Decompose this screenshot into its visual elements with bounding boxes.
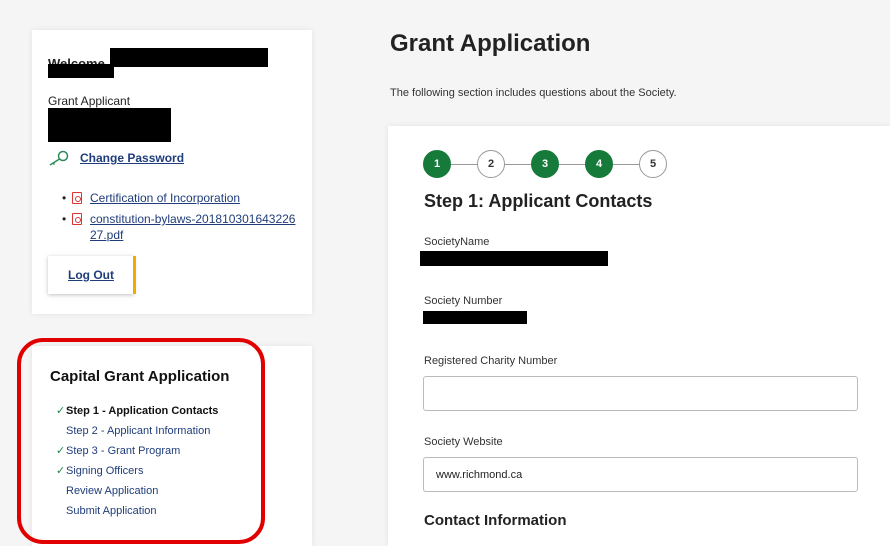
step-4-indicator[interactable]: 4 — [585, 150, 613, 178]
change-password-link[interactable]: Change Password — [48, 150, 184, 166]
step-connector — [559, 163, 585, 165]
step-5-indicator[interactable]: 5 — [639, 150, 667, 178]
charity-number-label: Registered Charity Number — [424, 355, 558, 367]
step-heading: Step 1: Applicant Contacts — [424, 191, 653, 211]
document-link[interactable]: Certification of Incorporation — [90, 191, 240, 205]
step-connector — [613, 163, 639, 165]
logout-label: Log Out — [68, 268, 114, 282]
redacted-society-name — [420, 251, 608, 266]
progress-stepper: 1 2 3 4 5 — [423, 150, 667, 178]
page-description: The following section includes questions… — [390, 87, 677, 99]
society-name-label: SocietyName — [424, 236, 490, 248]
society-number-label: Society Number — [424, 295, 503, 307]
user-role: Grant Applicant — [48, 94, 131, 108]
document-list: • Certification of Incorporation • const… — [62, 190, 302, 248]
logout-button[interactable]: Log Out — [48, 256, 136, 294]
pdf-icon — [72, 213, 82, 225]
step-connector — [451, 163, 477, 165]
change-password-label[interactable]: Change Password — [80, 151, 184, 165]
redacted-name — [110, 48, 268, 67]
charity-number-input[interactable] — [423, 376, 858, 411]
page-title: Grant Application — [390, 30, 591, 57]
step-1-indicator[interactable]: 1 — [423, 150, 451, 178]
contact-info-heading: Contact Information — [424, 512, 567, 529]
document-item[interactable]: • Certification of Incorporation — [62, 190, 302, 206]
website-input[interactable]: www.richmond.ca — [423, 457, 858, 492]
document-link[interactable]: constitution-bylaws-20181030164322627.pd… — [90, 212, 295, 242]
document-item[interactable]: • constitution-bylaws-20181030164322627.… — [62, 211, 302, 243]
pdf-icon — [72, 192, 82, 204]
website-label: Society Website — [424, 436, 503, 448]
highlight-outline — [17, 338, 265, 544]
redacted-name — [48, 64, 114, 78]
redacted-society-number — [423, 311, 527, 324]
key-icon — [49, 150, 69, 166]
step-2-indicator[interactable]: 2 — [477, 150, 505, 178]
step-3-indicator[interactable]: 3 — [531, 150, 559, 178]
redacted-name — [48, 108, 171, 142]
step-connector — [505, 163, 531, 165]
